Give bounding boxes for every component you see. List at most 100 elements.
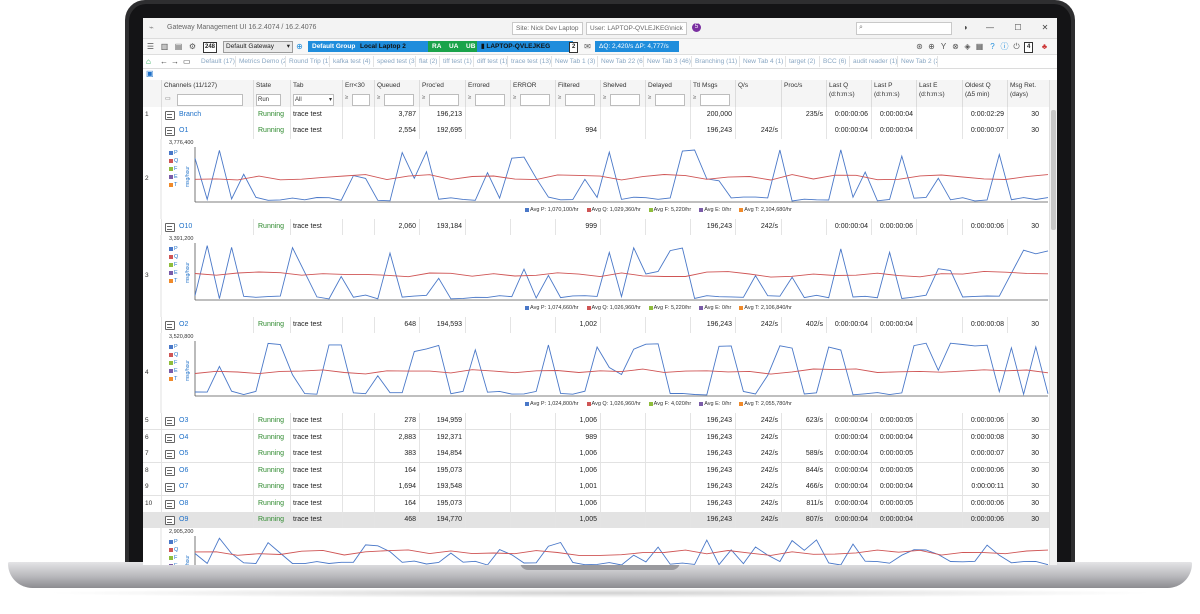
header-procd[interactable]: Proc'ed ≥ (419, 80, 466, 107)
tab-item[interactable]: New Tab 4 (1) (739, 56, 786, 67)
scroll-thumb[interactable] (1051, 110, 1056, 230)
table-row[interactable]: 5 O3 Running trace test 278 194,959 1,006 196,2… (143, 413, 1057, 430)
tab-item[interactable]: Metrics Demo (2) (235, 56, 286, 67)
legend-item[interactable]: Avg F: 5,220/hr (648, 305, 691, 311)
header-lastp[interactable]: Last P (d:h:m:s) (871, 80, 917, 107)
legend-item[interactable]: Avg P: 1,074,660/hr (525, 305, 579, 311)
header-oldest[interactable]: Oldest Q (Δ5 min) (962, 80, 1008, 107)
header-state[interactable]: State Run (253, 80, 291, 107)
legend-item[interactable]: Avg F: 4,020/hr (648, 401, 691, 407)
table-row[interactable]: O1 Running trace test 2,554 192,695 994 196,24… (143, 123, 1057, 140)
tab-item[interactable]: Default (17) (197, 56, 236, 67)
delayed-filter-input[interactable] (655, 94, 685, 106)
channel-name[interactable]: O1 (179, 123, 251, 139)
header-ttl[interactable]: Ttl Msgs ≥ (690, 80, 736, 107)
row-chart-toggle-icon[interactable] (165, 499, 175, 509)
header-err[interactable]: Err<30 ≥ (342, 80, 375, 107)
row-chart-toggle-icon[interactable] (165, 466, 175, 476)
table-row[interactable]: O9 Running trace test 468 194,770 1,005 196,24… (143, 512, 1057, 529)
legend-item[interactable]: Avg E: 0/hr (699, 401, 731, 407)
channel-name[interactable]: O6 (179, 463, 251, 479)
channel-name[interactable]: O5 (179, 446, 251, 462)
tab-item[interactable]: flat (2) (415, 56, 440, 67)
chart-icon[interactable]: ▥ (160, 42, 169, 51)
header-msgret[interactable]: Msg Ret. (days) (1007, 80, 1050, 107)
legend-item[interactable]: Avg P: 1,070,100/hr (525, 207, 579, 213)
tab-item[interactable]: kafka test (4) (329, 56, 374, 67)
side-legend-item[interactable]: E (169, 173, 178, 181)
channel-name[interactable]: O8 (179, 496, 251, 512)
row-chart-toggle-icon[interactable] (165, 433, 175, 443)
home-icon[interactable]: ⌂ (146, 56, 151, 67)
gateway-select[interactable]: Default Gateway ▾ (223, 41, 293, 53)
header-errored[interactable]: Errored ≥ (465, 80, 511, 107)
channel-name[interactable]: O9 (179, 512, 251, 528)
row-chart-toggle-icon[interactable] (165, 516, 175, 525)
gear-icon[interactable]: ⚙ (188, 42, 197, 51)
side-legend-item[interactable]: E (169, 269, 178, 277)
side-legend-item[interactable]: Q (169, 546, 178, 554)
ttl-filter-input[interactable] (700, 94, 730, 106)
procd-filter-input[interactable] (429, 94, 459, 106)
side-legend-item[interactable]: Q (169, 157, 178, 165)
tab-item[interactable]: New Tab 2 (2) (897, 56, 938, 67)
header-qs[interactable]: Q/s (735, 80, 782, 107)
power-icon[interactable]: ⏻ (1012, 42, 1021, 51)
alert-icon[interactable]: ♣ (1040, 42, 1049, 51)
header-filtered[interactable]: Filtered ≥ (555, 80, 601, 107)
tab-item[interactable]: BCC (6) (819, 56, 850, 67)
local-chip[interactable]: Local Laptop 2 (356, 41, 432, 52)
side-legend-item[interactable]: Q (169, 253, 178, 261)
side-legend-item[interactable]: Q (169, 351, 178, 359)
back-icon[interactable]: ← (160, 56, 168, 67)
side-legend-item[interactable]: F (169, 554, 178, 562)
search-input[interactable]: ⌕ (856, 22, 952, 35)
branch-icon[interactable]: Y (939, 42, 948, 51)
header-error[interactable]: ERROR ≥ (510, 80, 556, 107)
legend-item[interactable]: Avg Q: 1,026,960/hr (586, 305, 641, 311)
channel-name[interactable]: O4 (179, 430, 251, 446)
table-row[interactable]: 9 O7 Running trace test 1,694 193,548 1,001 196… (143, 479, 1057, 496)
error-filter-input[interactable] (520, 94, 550, 106)
shield-icon[interactable]: ◈ (963, 42, 972, 51)
channel-name[interactable]: O2 (179, 317, 251, 333)
globe-icon[interactable]: ⊕ (295, 42, 304, 51)
side-legend-item[interactable]: P (169, 245, 178, 253)
queued-filter-input[interactable] (384, 94, 414, 106)
grid-icon[interactable]: ▦ (975, 42, 984, 51)
legend-item[interactable]: Avg F: 5,220/hr (648, 207, 691, 213)
table-icon[interactable]: ▤ (174, 42, 183, 51)
legend-item[interactable]: Avg T: 2,106,840/hr (739, 305, 792, 311)
menu-icon[interactable]: ☰ (146, 42, 155, 51)
legend-item[interactable]: Avg T: 2,055,780/hr (739, 401, 792, 407)
row-chart-toggle-icon[interactable] (165, 450, 175, 459)
legend-item[interactable]: Avg P: 1,024,800/hr (525, 401, 579, 407)
legend-item[interactable]: Avg E: 0/hr (699, 305, 731, 311)
side-legend-item[interactable]: P (169, 343, 178, 351)
globe-settings-icon[interactable]: ⊗ (951, 42, 960, 51)
errored-filter-input[interactable] (475, 94, 505, 106)
tab-item[interactable]: trace test (13) (507, 56, 552, 67)
tab-item[interactable]: New Tab 3 (46) (643, 56, 692, 67)
err-filter-input[interactable] (352, 94, 370, 106)
side-legend-item[interactable]: F (169, 359, 178, 367)
header-queued[interactable]: Queued ≥ (374, 80, 420, 107)
maximize-button[interactable]: ☐ (1011, 21, 1025, 34)
row-chart-toggle-icon[interactable] (165, 483, 175, 492)
header-delayed[interactable]: Delayed ≥ (645, 80, 691, 107)
tab-filter[interactable]: All ▾ (293, 94, 334, 106)
tab-item[interactable]: speed test (3) (373, 56, 416, 67)
row-chart-toggle-icon[interactable] (165, 223, 175, 232)
header-channels[interactable]: Channels (11/127) ▭ (161, 80, 254, 107)
table-row[interactable]: 7 O5 Running trace test 383 194,854 1,006 196,2… (143, 446, 1057, 463)
row-chart-toggle-icon[interactable] (165, 417, 175, 426)
header-procs[interactable]: Proc/s (781, 80, 827, 107)
side-legend-item[interactable]: P (169, 538, 178, 546)
legend-item[interactable]: Avg Q: 1,029,360/hr (586, 207, 641, 213)
row-chart-toggle-icon[interactable] (165, 111, 175, 120)
filtered-filter-input[interactable] (565, 94, 595, 106)
side-legend-item[interactable]: P (169, 149, 178, 157)
legend-item[interactable]: Avg T: 2,104,680/hr (739, 207, 792, 213)
channel-name[interactable]: O7 (179, 479, 251, 495)
side-legend-item[interactable]: T (169, 375, 178, 383)
